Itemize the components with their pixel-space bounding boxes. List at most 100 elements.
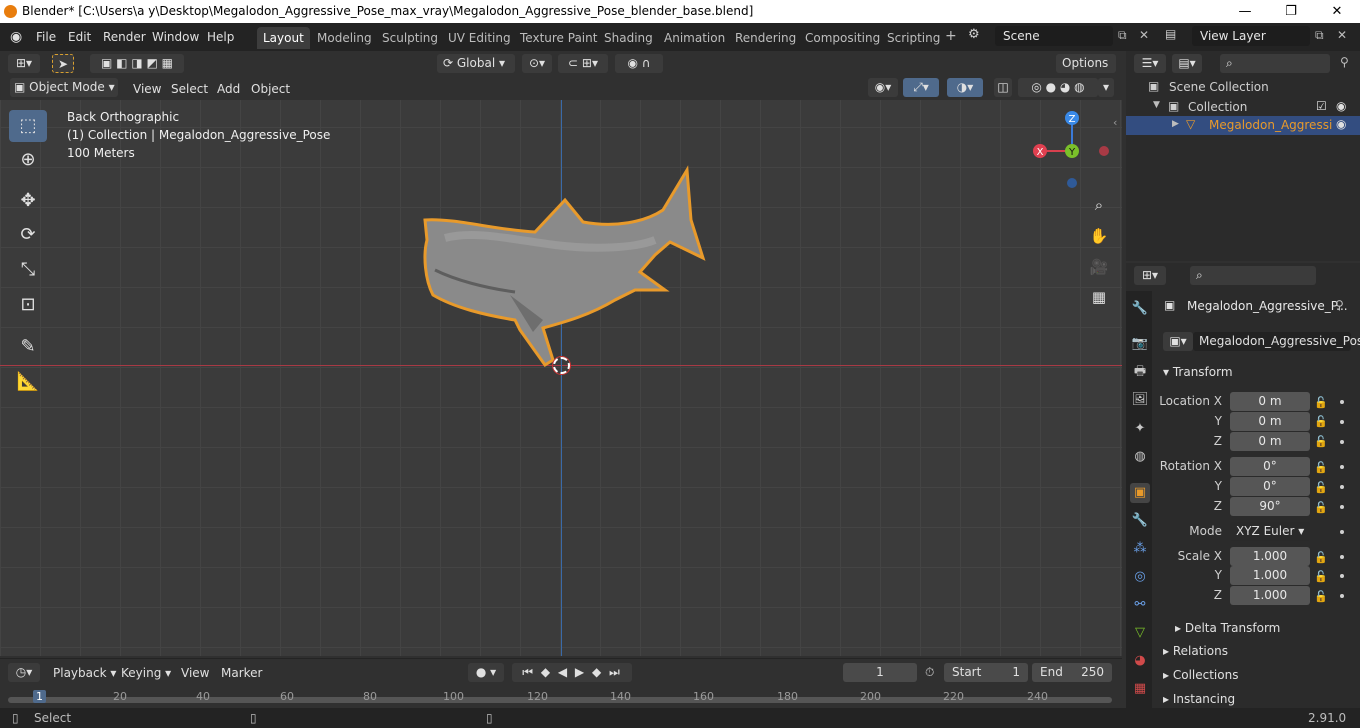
megalodon-model[interactable] (415, 160, 715, 370)
view-layer-tab-icon[interactable]: 🖼 (1130, 390, 1150, 410)
location-x-field[interactable]: 0 m (1230, 392, 1310, 411)
properties-editor-type-icon[interactable]: ⊞▾ (1134, 266, 1166, 285)
transform-orientation-dropdown[interactable]: ⟳ Global ▾ (437, 54, 515, 73)
outliner-display-mode-icon[interactable]: ▤▾ (1172, 54, 1202, 73)
scale-tool[interactable]: ⤡ (9, 254, 47, 286)
object-tab-icon[interactable]: ▣ (1130, 483, 1150, 503)
add-workspace-icon[interactable]: + (945, 28, 957, 44)
relations-header[interactable]: ▸ Relations (1163, 644, 1228, 658)
gizmo-toggle-icon[interactable]: ⤢▾ (903, 78, 939, 97)
shading-mode-icons[interactable]: ◎ ● ◕ ◍ (1018, 78, 1098, 97)
outliner-object-row[interactable]: ▶ ▽ Megalodon_Aggressi ◉ (1126, 116, 1360, 135)
menu-window[interactable]: Window (152, 28, 199, 46)
keyframe-dot-icon[interactable] (1340, 505, 1344, 509)
collection-visibility-icon[interactable]: ◉ (1336, 99, 1346, 113)
pivot-point-icon[interactable]: ⊙▾ (522, 54, 552, 73)
keyframe-dot-icon[interactable] (1340, 594, 1344, 598)
tab-sculpting[interactable]: Sculpting (376, 27, 444, 49)
tab-compositing[interactable]: Compositing (799, 27, 886, 49)
object-name-field[interactable]: Megalodon_Aggressive_Pose (1193, 332, 1360, 351)
tab-shading[interactable]: Shading (598, 27, 659, 49)
tool-tab-icon[interactable]: 🔧 (1130, 299, 1150, 319)
expand-collection-icon[interactable]: ▼ (1153, 100, 1160, 110)
lock-icon[interactable]: 🔓 (1314, 415, 1328, 428)
overlays-toggle-icon[interactable]: ◑▾ (947, 78, 983, 97)
tab-modeling[interactable]: Modeling (311, 27, 378, 49)
select-box-tool[interactable]: ⬚ (9, 110, 47, 142)
start-frame-field[interactable]: Start 1 (944, 663, 1028, 682)
navigation-gizmo[interactable]: Z Y X (1028, 108, 1118, 198)
location-y-field[interactable]: 0 m (1230, 412, 1310, 431)
select-box-tool-icon[interactable]: ➤ (52, 54, 74, 73)
menu-render[interactable]: Render (103, 28, 146, 46)
scale-x-field[interactable]: 1.000 (1230, 547, 1310, 566)
outliner-search-field[interactable]: ⌕ (1220, 54, 1330, 73)
lock-icon[interactable]: 🔓 (1314, 396, 1328, 409)
menu-edit[interactable]: Edit (68, 28, 91, 46)
keyframe-dot-icon[interactable] (1340, 574, 1344, 578)
view-layer-icon[interactable]: ▤ (1165, 27, 1176, 41)
camera-view-icon[interactable]: 🎥 (1088, 256, 1110, 278)
sidebar-toggle-icon[interactable]: ‹ (1113, 116, 1117, 129)
location-z-field[interactable]: 0 m (1230, 432, 1310, 451)
keyframe-dot-icon[interactable] (1340, 485, 1344, 489)
transform-panel-header[interactable]: ▾ Transform (1163, 365, 1233, 379)
scale-y-field[interactable]: 1.000 (1230, 566, 1310, 585)
transform-tool[interactable]: ⊡ (9, 289, 47, 321)
pan-hand-icon[interactable]: ✋ (1088, 225, 1110, 247)
visibility-icon[interactable]: ◉▾ (868, 78, 898, 97)
physics-tab-icon[interactable]: ◎ (1130, 567, 1150, 587)
delta-transform-header[interactable]: ▸ Delta Transform (1175, 621, 1280, 635)
data-tab-icon[interactable]: ▽ (1130, 623, 1150, 643)
collection-checkbox-icon[interactable]: ☑ (1316, 99, 1327, 113)
delete-view-layer-icon[interactable]: ✕ (1337, 28, 1347, 42)
outliner-filter-icon[interactable]: ⚲ (1340, 55, 1349, 69)
maximize-button[interactable]: ❐ (1268, 0, 1314, 23)
lock-icon[interactable]: 🔓 (1314, 435, 1328, 448)
texture-tab-icon[interactable]: ▦ (1130, 679, 1150, 699)
object-visibility-icon[interactable]: ◉ (1336, 117, 1346, 131)
lock-icon[interactable]: 🔓 (1314, 461, 1328, 474)
view-layer-field[interactable]: View Layer (1192, 26, 1310, 46)
scene-icon[interactable]: ⚙ (968, 27, 980, 42)
instancing-header[interactable]: ▸ Instancing (1163, 692, 1235, 706)
playback-controls-icons[interactable]: ⏮ ◆ ◀ ▶ ◆ ⏭ (512, 663, 632, 682)
pin-icon[interactable]: ⚲ (1335, 298, 1344, 312)
ortho-grid-icon[interactable]: ▦ (1088, 286, 1110, 308)
record-keyframe-icon[interactable]: ● ▾ (468, 663, 504, 682)
lock-icon[interactable]: 🔓 (1314, 590, 1328, 603)
render-tab-icon[interactable]: 📷 (1130, 334, 1150, 354)
keyframe-dot-icon[interactable] (1340, 555, 1344, 559)
material-tab-icon[interactable]: ◕ (1130, 651, 1150, 671)
tab-animation[interactable]: Animation (658, 27, 731, 49)
zoom-icon[interactable]: ⌕ (1088, 194, 1110, 216)
scene-tab-icon[interactable]: ✦ (1130, 419, 1150, 439)
outliner-editor-type-icon[interactable]: ☰▾ (1134, 54, 1166, 73)
keyframe-dot-icon[interactable] (1340, 440, 1344, 444)
object-mode-dropdown[interactable]: ▣ Object Mode ▾ (10, 78, 118, 97)
keyframe-dot-icon[interactable] (1340, 420, 1344, 424)
tab-layout[interactable]: Layout (257, 27, 310, 49)
annotate-tool[interactable]: ✎ (9, 331, 47, 363)
rotate-tool[interactable]: ⟳ (9, 219, 47, 251)
lock-icon[interactable]: 🔓 (1314, 501, 1328, 514)
object-browse-icon[interactable]: ▣▾ (1163, 332, 1193, 351)
keyframe-dot-icon[interactable] (1340, 530, 1344, 534)
end-frame-field[interactable]: End 250 (1032, 663, 1112, 682)
viewport-menu-view[interactable]: View (133, 80, 161, 98)
timeline-marker-menu[interactable]: Marker (221, 664, 262, 682)
constraints-tab-icon[interactable]: ⚯ (1130, 595, 1150, 615)
world-tab-icon[interactable]: ◍ (1130, 447, 1150, 467)
minimize-button[interactable]: — (1222, 0, 1268, 23)
properties-search-field[interactable]: ⌕ (1190, 266, 1316, 285)
3d-viewport[interactable]: Back Orthographic (1) Collection | Megal… (0, 100, 1122, 656)
scale-z-field[interactable]: 1.000 (1230, 586, 1310, 605)
lock-icon[interactable]: 🔓 (1314, 481, 1328, 494)
snap-icon[interactable]: ⊂ ⊞▾ (558, 54, 608, 73)
timeline-editor-type-icon[interactable]: ◷▾ (8, 663, 40, 682)
expand-object-icon[interactable]: ▶ (1172, 119, 1179, 129)
timeline-playback-menu[interactable]: Playback ▾ (53, 664, 116, 682)
current-frame-field[interactable]: 1 (843, 663, 917, 682)
keyframe-dot-icon[interactable] (1340, 400, 1344, 404)
scene-name-field[interactable]: Scene (995, 26, 1113, 46)
